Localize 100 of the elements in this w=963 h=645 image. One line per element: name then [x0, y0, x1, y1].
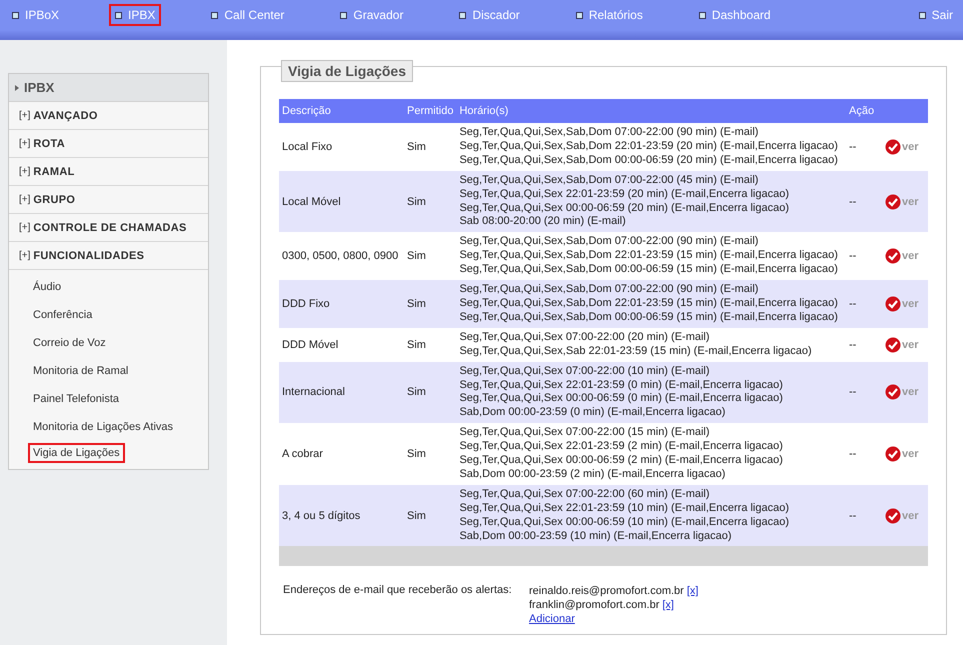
checkmark-icon [885, 296, 901, 312]
remove-link[interactable]: [x] [662, 599, 674, 612]
schedule-line: Seg,Ter,Qua,Qui,Sex 22:01-23:59 (10 min) (E-mail,Encerra ligacao) [459, 502, 790, 516]
group-label: FUNCIONALIDADES [33, 250, 144, 262]
table-cell: Sim [404, 328, 456, 362]
schedule-line: Seg,Ter,Qua,Qui,Sex,Sab,Dom 07:00-22:00 (90 min) (E-mail) [459, 283, 760, 297]
schedule-line: Sab,Dom 00:00-23:59 (10 min) (E-mail,Encerra ligacao) [459, 530, 733, 544]
table-cell: -- [846, 362, 882, 424]
square-bullet-icon [459, 12, 466, 18]
table-cell: A cobrar [279, 423, 404, 485]
schedule-line: Seg,Ter,Qua,Qui,Sex,Sab,Dom 00:00-06:59 (15 min) (E-mail,Encerra ligacao) [459, 310, 839, 325]
email-label: Endereços de e-mail que receberão os alertas: [283, 584, 513, 598]
sidebar-item[interactable]: Monitoria de Ramal [28, 357, 134, 385]
add-link[interactable]: Adicionar [529, 612, 575, 626]
checkmark-icon [885, 446, 901, 462]
sidebar-item[interactable]: Áudio [28, 273, 66, 301]
schedule-line: Seg,Ter,Qua,Qui,Sex 22:01-23:59 (20 min) (E-mail,Encerra ligacao) [459, 188, 790, 202]
table-cell: 0300, 0500, 0800, 0900 [279, 232, 404, 280]
expand-toggle[interactable]: [+] [19, 194, 30, 205]
sidebar-item[interactable]: Correio de Voz [28, 329, 111, 357]
sidebar-group[interactable]: [+] CONTROLE DE CHAMADAS [9, 214, 208, 242]
checkmark-icon [885, 248, 901, 264]
table-cell: -- [846, 328, 882, 362]
sidebar-group[interactable]: [+] RAMAL [9, 158, 208, 186]
sidebar-group[interactable]: [+] ROTA [9, 130, 208, 158]
sidebar-title: IPBX [24, 80, 54, 95]
schedule-line: Seg,Ter,Qua,Qui,Sex 00:00-06:59 (10 min) (E-mail,Encerra ligacao) [459, 516, 790, 530]
schedule-line: Seg,Ter,Qua,Qui,Sex,Sab,Dom 22:01-23:59 (15 min) (E-mail,Encerra ligacao) [459, 296, 839, 311]
schedule-line: Seg,Ter,Qua,Qui,Sex,Sab,Dom 07:00-22:00 (45 min) (E-mail) [459, 174, 760, 188]
checkmark-icon [885, 336, 901, 353]
square-bullet-icon [211, 12, 218, 18]
column-header: Descrição [279, 99, 404, 123]
table-cell: -- [846, 170, 882, 232]
email-address: reinaldo.reis@promofort.com.br [529, 585, 684, 598]
checkmark-icon [885, 384, 901, 400]
table-cell: Sim [404, 423, 456, 485]
square-bullet-icon [698, 12, 706, 18]
sidebar-group[interactable]: [+] AVANÇADO [9, 102, 208, 130]
sidebar-item[interactable]: Painel Telefonista [28, 385, 124, 413]
sidebar-item[interactable]: Conferência [28, 301, 98, 329]
sidebar-item[interactable]: Vigia de Ligações [28, 443, 125, 463]
triangle-icon [15, 84, 19, 90]
checkmark-icon [885, 194, 901, 210]
schedule-line: Seg,Ter,Qua,Qui,Sex 00:00-06:59 (2 min) (E-mail,Encerra ligacao) [459, 454, 784, 468]
schedule-line: Seg,Ter,Qua,Qui,Sex 07:00-22:00 (60 min) (E-mail) [459, 488, 711, 502]
schedule-line: Seg,Ter,Qua,Qui,Sex 22:01-23:59 (2 min) (E-mail,Encerra ligacao) [459, 440, 784, 454]
checkmark-icon [885, 508, 901, 524]
sidebar-group[interactable]: [+] GRUPO [9, 186, 208, 214]
expand-toggle[interactable]: [+] [19, 250, 30, 261]
group-label: RAMAL [33, 166, 75, 178]
schedule-line: Seg,Ter,Qua,Qui,Sex,Sab,Dom 22:01-23:59 (15 min) (E-mail,Encerra ligacao) [459, 249, 839, 264]
schedule-line: Sab 08:00-20:00 (20 min) (E-mail) [459, 215, 627, 230]
group-label: ROTA [33, 138, 65, 150]
remove-link[interactable]: [x] [686, 585, 698, 598]
schedule-line: Seg,Ter,Qua,Qui,Sex,Sab,Dom 22:01-23:59 (20 min) (E-mail,Encerra ligacao) [459, 140, 839, 154]
schedule-line: Seg,Ter,Qua,Qui,Sex 00:00-06:59 (0 min) (E-mail,Encerra ligacao) [459, 392, 784, 406]
group-label: CONTROLE DE CHAMADAS [33, 222, 187, 234]
schedule-line: Sab,Dom 00:00-23:59 (0 min) (E-mail,Encerra ligacao) [459, 406, 726, 420]
schedule-line: Seg,Ter,Qua,Qui,Sex 22:01-23:59 (0 min) (E-mail,Encerra ligacao) [459, 378, 784, 392]
schedule-line: Seg,Ter,Qua,Qui,Sex 07:00-22:00 (10 min) (E-mail) [459, 364, 711, 378]
expand-toggle[interactable]: [+] [19, 166, 30, 177]
column-header: Ação [846, 99, 928, 123]
sidebar-group[interactable]: [+] FUNCIONALIDADES [9, 242, 208, 270]
square-bullet-icon [115, 12, 122, 18]
expand-toggle[interactable]: [+] [19, 138, 30, 149]
schedule-line: Seg,Ter,Qua,Qui,Sex 07:00-22:00 (15 min) (E-mail) [459, 426, 711, 440]
table-cell: -- [846, 484, 882, 546]
column-header: Permitido [404, 99, 456, 123]
email-address: franklin@promofort.com.br [529, 599, 660, 612]
square-bullet-icon [12, 12, 19, 18]
table-cell: DDD Fixo [279, 280, 404, 328]
sidebar-item[interactable]: Monitoria de Ligações Ativas [28, 413, 178, 441]
table-cell: -- [846, 123, 882, 171]
table-cell: Sim [404, 484, 456, 546]
panel-title: Vigia de Ligações [281, 60, 414, 82]
table-cell: Sim [404, 170, 456, 232]
square-bullet-icon [576, 12, 583, 18]
table-cell: Sim [404, 280, 456, 328]
expand-toggle[interactable]: [+] [19, 110, 30, 121]
table-cell: -- [846, 232, 882, 280]
table-cell: Local Fixo [279, 123, 404, 171]
group-label: AVANÇADO [33, 110, 98, 122]
table-cell: Sim [404, 123, 456, 171]
schedule-line: Seg,Ter,Qua,Qui,Sex,Sab,Dom 00:00-06:59 (20 min) (E-mail,Encerra ligacao) [459, 154, 839, 168]
group-label: GRUPO [33, 194, 76, 206]
expand-toggle[interactable]: [+] [19, 222, 30, 233]
schedule-line: Seg,Ter,Qua,Qui,Sex,Sab,Dom 00:00-06:59 (15 min) (E-mail,Encerra ligacao) [459, 263, 839, 278]
schedule-line: Seg,Ter,Qua,Qui,Sex,Sab,Dom 07:00-22:00 (90 min) (E-mail) [459, 126, 760, 140]
table-cell: Local Móvel [279, 170, 404, 232]
schedule-line: Seg,Ter,Qua,Qui,Sex 07:00-22:00 (20 min) (E-mail) [459, 330, 711, 345]
square-bullet-icon [340, 12, 348, 18]
column-header: Horário(s) [456, 99, 846, 123]
square-bullet-icon [918, 12, 926, 18]
table-cell: 3, 4 ou 5 dígitos [279, 484, 404, 546]
table-cell: Sim [404, 232, 456, 280]
table-cell: Sim [404, 362, 456, 424]
table-cell: DDD Móvel [279, 328, 404, 362]
schedule-line: Seg,Ter,Qua,Qui,Sex,Sab,Dom 07:00-22:00 (90 min) (E-mail) [459, 235, 760, 250]
schedule-line: Seg,Ter,Qua,Qui,Sex 00:00-06:59 (20 min) (E-mail,Encerra ligacao) [459, 202, 790, 216]
table-cell: -- [846, 280, 882, 328]
